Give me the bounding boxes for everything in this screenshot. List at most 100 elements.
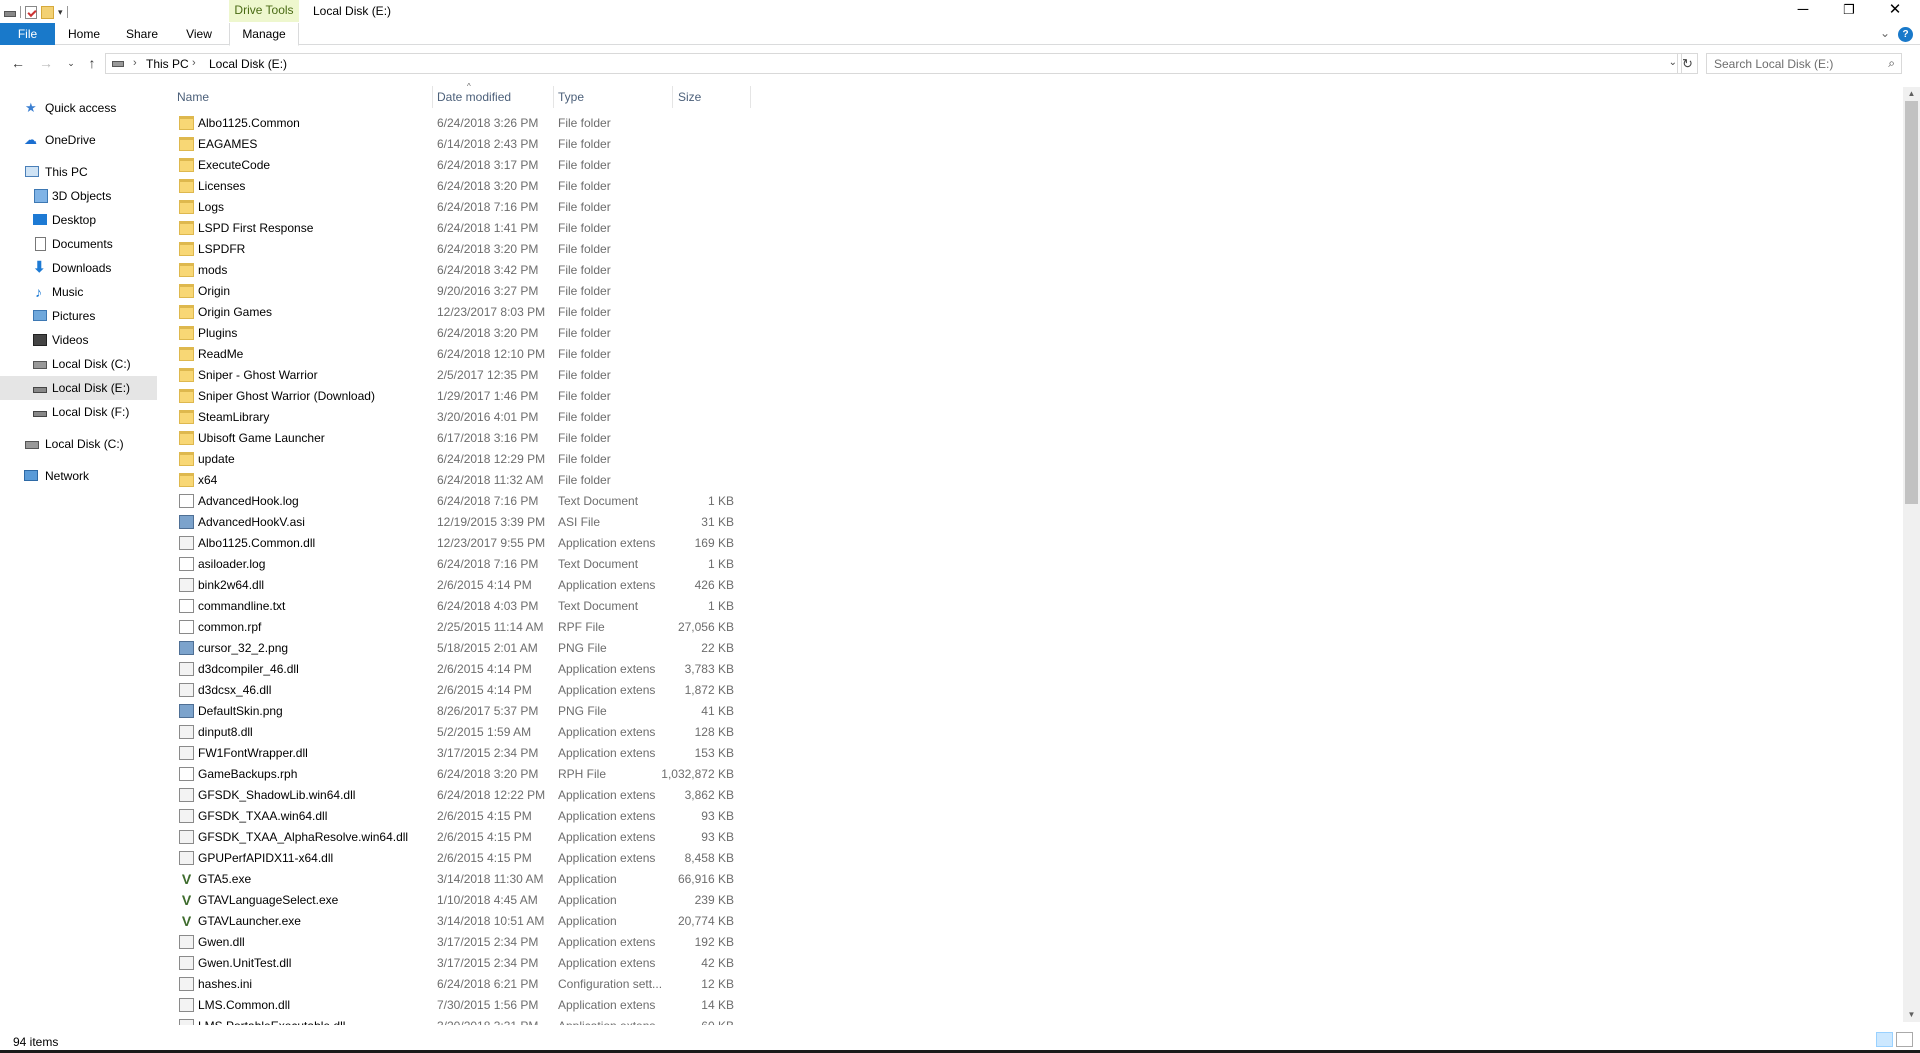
file-row[interactable]: cursor_32_2.png 5/18/2015 2:01 AM PNG File… [170, 638, 760, 659]
file-row[interactable]: LMS.PortableExecutable.dll 3/20/2018 3:31… [170, 1016, 760, 1025]
file-row[interactable]: Sniper - Ghost Warrior 2/5/2017 12:35 PM F… [170, 365, 760, 386]
breadcrumb-local-disk-e[interactable]: Local Disk (E:) [209, 57, 287, 71]
nav-item-3d-objects[interactable]: 3D Objects [0, 184, 157, 208]
file-row[interactable]: Ubisoft Game Launcher 6/17/2018 3:16 PM Fi… [170, 428, 760, 449]
tab-share[interactable]: Share [122, 23, 162, 45]
column-name[interactable]: Name [177, 86, 209, 108]
expand-ribbon-icon[interactable]: ⌄ [1880, 26, 1890, 40]
file-row[interactable]: mods 6/24/2018 3:42 PM File folder [170, 260, 760, 281]
file-row[interactable]: V GTAVLauncher.exe 3/14/2018 10:51 AM Appli… [170, 911, 760, 932]
nav-item-documents[interactable]: Documents [0, 232, 157, 256]
chevron-right-icon[interactable]: › [133, 57, 137, 69]
file-row[interactable]: Gwen.UnitTest.dll 3/17/2015 2:34 PM Applic… [170, 953, 760, 974]
file-row[interactable]: Albo1125.Common 6/24/2018 3:26 PM File fol… [170, 113, 760, 134]
details-view-icon[interactable] [1876, 1032, 1893, 1047]
file-row[interactable]: Albo1125.Common.dll 12/23/2017 9:55 PM App… [170, 533, 760, 554]
file-row[interactable]: x64 6/24/2018 11:32 AM File folder [170, 470, 760, 491]
file-row[interactable]: common.rpf 2/25/2015 11:14 AM RPF File 27,0… [170, 617, 760, 638]
file-row[interactable]: SteamLibrary 3/20/2016 4:01 PM File folder [170, 407, 760, 428]
file-row[interactable]: GFSDK_ShadowLib.win64.dll 6/24/2018 12:22… [170, 785, 760, 806]
file-row[interactable]: commandline.txt 6/24/2018 4:03 PM Text Doc… [170, 596, 760, 617]
refresh-icon[interactable]: ↻ [1677, 53, 1698, 74]
scroll-down-icon[interactable]: ▼ [1903, 1008, 1920, 1022]
file-row[interactable]: Origin Games 12/23/2017 8:03 PM File folde… [170, 302, 760, 323]
file-row[interactable]: LSPDFR 6/24/2018 3:20 PM File folder [170, 239, 760, 260]
forward-arrow-icon[interactable]: → [37, 54, 55, 72]
recent-locations-icon[interactable]: ⌄ [62, 54, 80, 72]
file-row[interactable]: Sniper Ghost Warrior (Download) 1/29/2017… [170, 386, 760, 407]
file-row[interactable]: Origin 9/20/2016 3:27 PM File folder [170, 281, 760, 302]
file-row[interactable]: V GTAVLanguageSelect.exe 1/10/2018 4:45 AM… [170, 890, 760, 911]
column-divider[interactable] [432, 86, 433, 108]
file-row[interactable]: ExecuteCode 6/24/2018 3:17 PM File folder [170, 155, 760, 176]
nav-item-videos[interactable]: Videos [0, 328, 157, 352]
nav-item-music[interactable]: ♪ Music [0, 280, 157, 304]
file-row[interactable]: GFSDK_TXAA_AlphaResolve.win64.dll 2/6/201… [170, 827, 760, 848]
file-row[interactable]: asiloader.log 6/24/2018 7:16 PM Text Docum… [170, 554, 760, 575]
tab-view[interactable]: View [179, 23, 219, 45]
file-row[interactable]: GPUPerfAPIDX11-x64.dll 2/6/2015 4:15 PM Ap… [170, 848, 760, 869]
nav-item-onedrive[interactable]: ☁ OneDrive [0, 128, 157, 152]
nav-item-local-disk-f[interactable]: Local Disk (F:) [0, 400, 157, 424]
column-type[interactable]: Type [558, 86, 584, 108]
file-row[interactable]: d3dcompiler_46.dll 2/6/2015 4:14 PM Applic… [170, 659, 760, 680]
column-date-modified[interactable]: Date modified [437, 86, 511, 108]
new-folder-icon[interactable] [41, 5, 54, 19]
chevron-right-icon[interactable]: › [192, 57, 196, 69]
column-divider[interactable] [750, 86, 751, 108]
file-row[interactable]: Gwen.dll 3/17/2015 2:34 PM Application ext… [170, 932, 760, 953]
file-row[interactable]: Licenses 6/24/2018 3:20 PM File folder [170, 176, 760, 197]
scroll-up-icon[interactable]: ▲ [1903, 87, 1920, 101]
column-divider[interactable] [553, 86, 554, 108]
chevron-right-icon[interactable]: › [254, 57, 258, 69]
file-row[interactable]: Logs 6/24/2018 7:16 PM File folder [170, 197, 760, 218]
nav-item-downloads[interactable]: ⬇ Downloads [0, 256, 157, 280]
properties-icon[interactable] [25, 5, 37, 19]
file-row[interactable]: DefaultSkin.png 8/26/2017 5:37 PM PNG File… [170, 701, 760, 722]
nav-item-desktop[interactable]: Desktop [0, 208, 157, 232]
file-row[interactable]: LMS.Common.dll 7/30/2015 1:56 PM Applicati… [170, 995, 760, 1016]
restore-button[interactable]: ❐ [1826, 0, 1872, 22]
file-row[interactable]: FW1FontWrapper.dll 3/17/2015 2:34 PM Appli… [170, 743, 760, 764]
search-icon[interactable]: ⌕ [1888, 56, 1895, 71]
file-row[interactable]: EAGAMES 6/14/2018 2:43 PM File folder [170, 134, 760, 155]
file-row[interactable]: GFSDK_TXAA.win64.dll 2/6/2015 4:15 PM Appl… [170, 806, 760, 827]
file-row[interactable]: update 6/24/2018 12:29 PM File folder [170, 449, 760, 470]
nav-item-network[interactable]: Network [0, 464, 157, 488]
breadcrumb-this-pc[interactable]: This PC [146, 57, 189, 71]
file-row[interactable]: LSPD First Response 6/24/2018 1:41 PM File… [170, 218, 760, 239]
file-row[interactable]: V GTA5.exe 3/14/2018 11:30 AM Application 66… [170, 869, 760, 890]
scroll-thumb[interactable] [1905, 101, 1918, 504]
tab-manage[interactable]: Manage [229, 23, 299, 46]
large-icons-view-icon[interactable] [1896, 1032, 1913, 1047]
file-row[interactable]: dinput8.dll 5/2/2015 1:59 AM Application e… [170, 722, 760, 743]
file-row[interactable]: d3dcsx_46.dll 2/6/2015 4:14 PM Application… [170, 680, 760, 701]
file-row[interactable]: hashes.ini 6/24/2018 6:21 PM Configuration… [170, 974, 760, 995]
vertical-scrollbar[interactable]: ▲ ▼ [1903, 87, 1920, 1022]
file-row[interactable]: bink2w64.dll 2/6/2015 4:14 PM Application … [170, 575, 760, 596]
close-button[interactable]: ✕ [1872, 0, 1918, 22]
search-input[interactable]: Search Local Disk (E:) ⌕ [1706, 53, 1902, 74]
column-size[interactable]: Size [678, 86, 701, 108]
tab-home[interactable]: Home [64, 23, 104, 45]
file-row[interactable]: GameBackups.rph 6/24/2018 3:20 PM RPH File… [170, 764, 760, 785]
file-row[interactable]: ReadMe 6/24/2018 12:10 PM File folder [170, 344, 760, 365]
address-bar[interactable]: › This PC › Local Disk (E:) › ⌄ [105, 53, 1682, 74]
minimize-button[interactable]: ─ [1780, 0, 1826, 22]
nav-item-local-disk-c[interactable]: Local Disk (C:) [0, 352, 157, 376]
file-row[interactable]: Plugins 6/24/2018 3:20 PM File folder [170, 323, 760, 344]
nav-item-local-disk-c-2[interactable]: Local Disk (C:) [0, 432, 157, 456]
nav-item-this-pc[interactable]: This PC [0, 160, 157, 184]
file-row[interactable]: AdvancedHookV.asi 12/19/2015 3:39 PM ASI F… [170, 512, 760, 533]
help-icon[interactable]: ? [1898, 27, 1913, 42]
nav-item-quick-access[interactable]: ★ Quick access [0, 96, 157, 120]
chevron-down-icon[interactable]: ⌄ [1669, 57, 1677, 68]
back-arrow-icon[interactable]: ← [9, 54, 27, 72]
file-row[interactable]: AdvancedHook.log 6/24/2018 7:16 PM Text Do… [170, 491, 760, 512]
customize-toolbar-icon[interactable]: ▾ [58, 7, 63, 18]
up-arrow-icon[interactable]: ↑ [83, 54, 101, 72]
column-divider[interactable] [672, 86, 673, 108]
tab-file[interactable]: File [0, 23, 55, 45]
nav-item-local-disk-e[interactable]: Local Disk (E:) [0, 376, 157, 400]
nav-item-pictures[interactable]: Pictures [0, 304, 157, 328]
